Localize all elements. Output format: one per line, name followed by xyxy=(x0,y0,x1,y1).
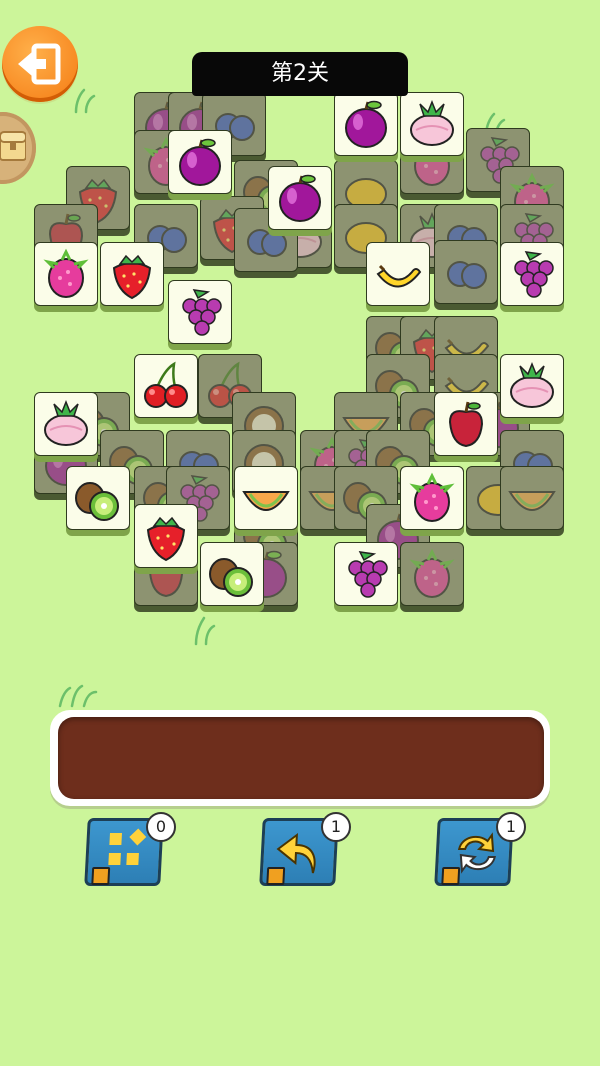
video-ad-icon xyxy=(441,867,461,885)
melon-icon xyxy=(508,491,556,511)
tile-cherry[interactable] xyxy=(134,354,198,424)
cherry-icon xyxy=(144,361,188,408)
tile-dragonfruit[interactable] xyxy=(34,242,98,312)
tile-turnip[interactable] xyxy=(500,354,564,424)
tile-apple[interactable] xyxy=(434,392,498,462)
shuffle-count-badge: 0 xyxy=(146,812,176,842)
tile-grape[interactable] xyxy=(500,242,564,312)
tile-strawberry[interactable] xyxy=(100,242,164,312)
tile-plum[interactable] xyxy=(334,92,398,162)
grape-icon xyxy=(348,551,388,598)
tile-banana[interactable] xyxy=(366,242,430,312)
plum-icon xyxy=(345,100,387,148)
tile-turnip[interactable] xyxy=(400,92,464,162)
turnip-icon xyxy=(410,99,454,146)
undo-count-badge: 1 xyxy=(321,812,351,842)
tile-dragonfruit[interactable] xyxy=(400,466,464,536)
apple-icon xyxy=(448,401,484,448)
video-ad-icon xyxy=(91,867,111,885)
tile-turnip[interactable] xyxy=(34,392,98,462)
tile-melon xyxy=(500,466,564,536)
kiwi-icon xyxy=(75,482,119,521)
tile-plum[interactable] xyxy=(268,166,332,236)
tile-kiwi[interactable] xyxy=(66,466,130,536)
melon-icon xyxy=(242,491,290,511)
tile-dragonfruit xyxy=(400,542,464,612)
tile-tray-slots xyxy=(58,717,544,799)
turnip-icon xyxy=(44,399,88,446)
tile-plum[interactable] xyxy=(168,130,232,200)
turnip-icon xyxy=(510,361,554,408)
grape-icon xyxy=(182,289,222,336)
dragonfruit-icon xyxy=(409,472,455,522)
video-ad-icon xyxy=(266,867,286,885)
tile-grape[interactable] xyxy=(168,280,232,350)
dragonfruit-icon xyxy=(409,548,455,598)
tile-grape[interactable] xyxy=(334,542,398,612)
kiwi-icon xyxy=(209,558,253,597)
grape-icon xyxy=(514,251,554,298)
tile-board xyxy=(0,0,600,700)
dragonfruit-icon xyxy=(43,248,89,298)
blueberry-icon xyxy=(447,261,487,289)
tile-blueberry xyxy=(434,240,498,310)
level-title: 第2关 xyxy=(192,52,408,96)
strawberry-icon xyxy=(146,516,186,562)
refresh-count-badge: 1 xyxy=(496,812,526,842)
banana-icon xyxy=(376,264,422,288)
tile-kiwi[interactable] xyxy=(200,542,264,612)
tile-melon[interactable] xyxy=(234,466,298,536)
strawberry-icon xyxy=(112,254,152,300)
tile-strawberry[interactable] xyxy=(134,504,198,574)
plum-icon xyxy=(179,138,221,186)
plum-icon xyxy=(279,174,321,222)
